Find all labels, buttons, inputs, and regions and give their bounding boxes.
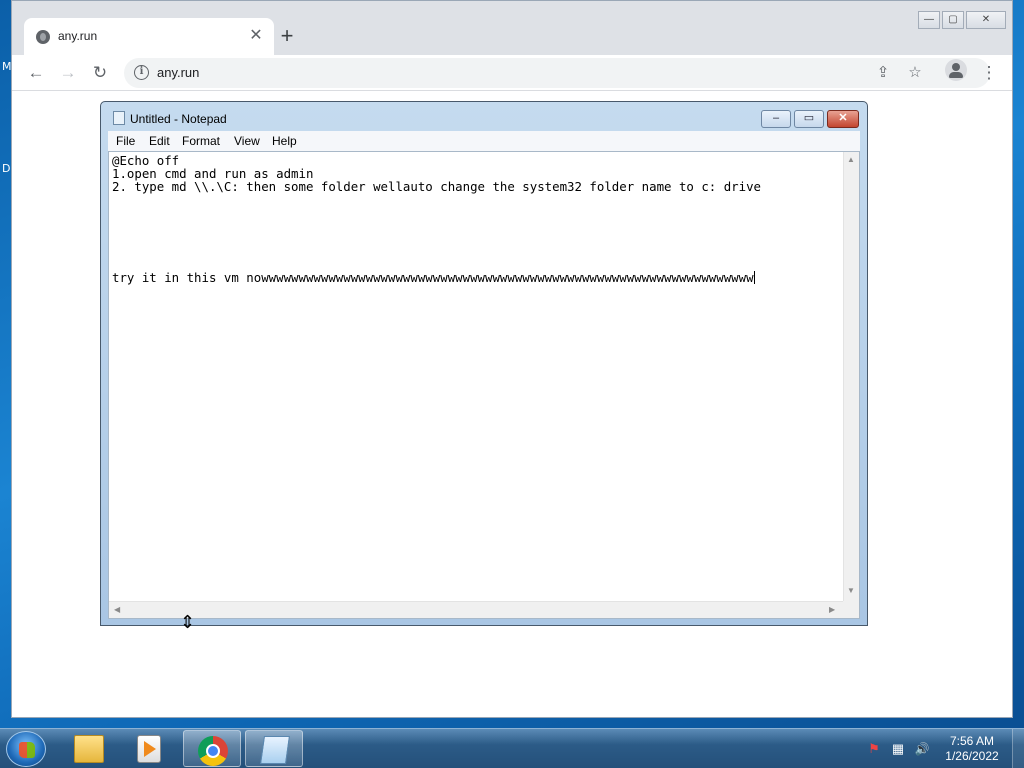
new-tab-button[interactable]: +	[274, 23, 300, 49]
notepad-maximize-button[interactable]: ▭	[794, 110, 824, 128]
notepad-text-line: try it in this vm nowwwwwwwwwwwwwwwwwwww…	[112, 270, 755, 285]
scroll-left-icon[interactable]: ◀	[114, 605, 120, 614]
clock-time: 7:56 AM	[949, 734, 995, 748]
system-tray: ⚑ ▦ 🔊 7:56 AM 1/26/2022	[862, 729, 1024, 768]
forward-arrow-icon[interactable]: →	[56, 61, 80, 85]
chrome-icon	[198, 736, 228, 766]
notepad-icon	[260, 736, 290, 764]
text-caret	[753, 271, 755, 284]
tab-title: any.run	[58, 29, 98, 43]
share-icon[interactable]: ⇪	[872, 62, 894, 84]
menu-file[interactable]: File	[116, 134, 135, 148]
network-icon[interactable]: ▦	[890, 741, 906, 757]
notepad-window: Untitled - Notepad – ▭ ✕ File Edit Forma…	[100, 101, 868, 626]
notepad-menubar: File Edit Format View Help	[108, 131, 860, 151]
close-button[interactable]: ✕	[966, 11, 1006, 29]
start-button[interactable]	[6, 731, 46, 767]
clock-date: 1/26/2022	[945, 749, 999, 763]
menu-format[interactable]: Format	[182, 134, 220, 148]
bookmark-star-icon[interactable]: ☆	[904, 62, 926, 84]
maximize-button[interactable]: ▢	[942, 11, 964, 29]
menu-edit[interactable]: Edit	[149, 134, 170, 148]
address-bar[interactable]: i any.run ⇪ ☆	[124, 58, 990, 88]
chrome-toolbar: ← → ↻ i any.run ⇪ ☆ ⋮	[12, 55, 1012, 91]
folder-icon	[74, 735, 104, 763]
profile-avatar-icon[interactable]	[945, 59, 967, 81]
browser-tab[interactable]: any.run ✕	[24, 18, 274, 55]
notepad-titlebar[interactable]: Untitled - Notepad – ▭ ✕	[101, 102, 867, 132]
taskbar-item-notepad[interactable]	[245, 730, 303, 767]
notepad-title: Untitled - Notepad	[130, 112, 227, 126]
minimize-button[interactable]: —	[918, 11, 940, 29]
clock[interactable]: 7:56 AM 1/26/2022	[942, 734, 1002, 764]
kebab-menu-icon[interactable]: ⋮	[977, 61, 1001, 85]
notepad-text-line	[112, 193, 842, 206]
media-player-icon	[137, 735, 161, 763]
chrome-titlebar: any.run ✕ + — ▢ ✕	[12, 1, 1012, 55]
notepad-text-line: 2. type md \\.\C: then some folder wella…	[112, 179, 762, 194]
taskbar-item-folder[interactable]	[60, 730, 118, 767]
notepad-text-area[interactable]: @Echo off 1.open cmd and run as admin 2. t…	[108, 151, 860, 619]
notepad-minimize-button[interactable]: –	[761, 110, 791, 128]
notepad-text-line	[112, 206, 842, 219]
scroll-down-icon[interactable]: ▼	[847, 586, 855, 595]
horizontal-scrollbar[interactable]: ◀ ▶	[109, 601, 843, 618]
notepad-text-line	[112, 232, 842, 245]
menu-view[interactable]: View	[234, 134, 260, 148]
scroll-up-icon[interactable]: ▲	[847, 155, 855, 164]
notepad-close-button[interactable]: ✕	[827, 110, 859, 128]
notepad-text[interactable]: @Echo off 1.open cmd and run as admin 2. t…	[112, 154, 842, 284]
resize-grip[interactable]	[843, 601, 859, 618]
globe-icon	[36, 30, 50, 44]
reload-icon[interactable]: ↻	[88, 61, 112, 85]
scroll-right-icon[interactable]: ▶	[829, 605, 835, 614]
action-center-flag-icon[interactable]: ⚑	[866, 741, 882, 757]
taskbar-item-chrome[interactable]	[183, 730, 241, 767]
volume-icon[interactable]: 🔊	[914, 741, 930, 757]
address-url[interactable]: any.run	[157, 65, 199, 80]
resize-cursor-icon: ⇕	[180, 612, 196, 632]
taskbar: ⚑ ▦ 🔊 7:56 AM 1/26/2022	[0, 728, 1024, 768]
show-desktop-button[interactable]	[1012, 729, 1024, 768]
site-info-icon[interactable]: i	[134, 65, 149, 80]
menu-help[interactable]: Help	[272, 134, 297, 148]
tab-close-icon[interactable]: ✕	[246, 25, 266, 45]
back-arrow-icon[interactable]: ←	[24, 61, 48, 85]
vertical-scrollbar[interactable]: ▲ ▼	[843, 152, 859, 602]
notepad-text-line	[112, 219, 842, 232]
notepad-text-line	[112, 245, 842, 258]
taskbar-item-media-player[interactable]	[120, 730, 178, 767]
desktop-icon-label-fragment: D	[2, 162, 11, 175]
notepad-icon	[113, 111, 125, 125]
